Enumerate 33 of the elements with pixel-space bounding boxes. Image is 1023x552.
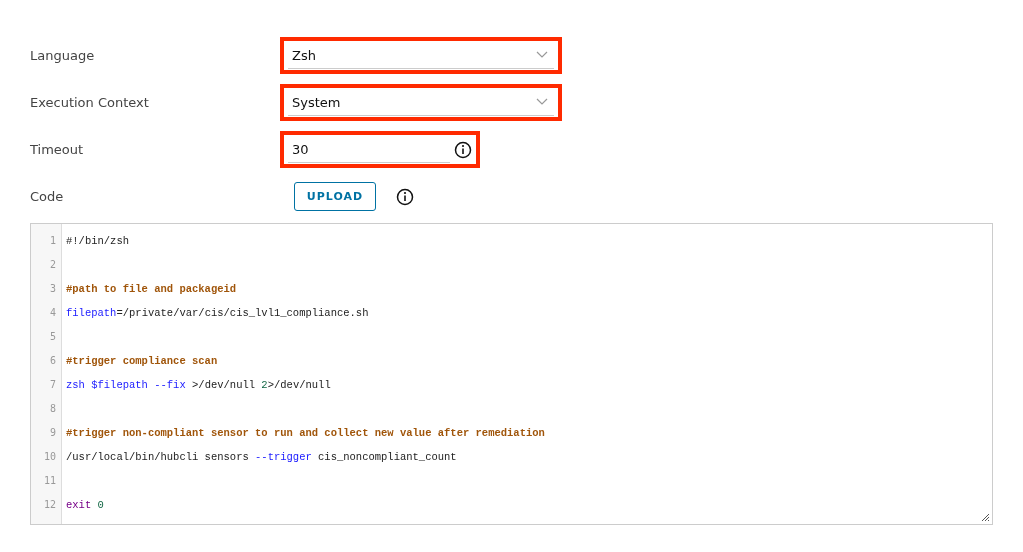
line-number: 3 [48,282,57,296]
line-number: 12 [42,498,57,512]
code-line: filepath=/private/var/cis/cis_lvl1_compliance.sh [65,306,370,321]
line-number: 5 [48,330,57,344]
code-line: exit 0 [65,498,105,513]
chevron-down-icon [536,98,548,106]
line-number: 4 [48,306,57,320]
code-line: #!/bin/zsh [65,234,130,249]
code-line: #trigger compliance scan [65,354,219,369]
select-field[interactable]: System [288,89,554,116]
info-icon[interactable] [454,140,472,159]
info-icon[interactable] [396,187,414,206]
field-label: Execution Context [30,95,150,110]
code-line: zsh $filepath --fix >/dev/null 2>/dev/null [65,378,332,393]
code-line: /usr/local/bin/hubcli sensors --trigger cis_noncompliant_count [65,450,458,465]
field-label: Language [30,48,96,63]
line-number: 2 [48,258,57,272]
code-line: #path to file and packageid [65,282,238,297]
line-number: 10 [42,450,57,464]
input-field[interactable]: 30 [288,136,450,163]
line-number: 6 [48,354,57,368]
chevron-down-icon [536,51,548,59]
line-number: 1 [48,234,57,248]
field-label: Code [30,189,65,204]
line-number: 11 [42,474,57,488]
line-number: 8 [48,402,57,416]
resize-handle-icon[interactable] [981,513,990,522]
code-line: #trigger non-compliant sensor to run and collect new value after remediation [65,426,546,441]
line-number: 9 [48,426,57,440]
field-label: Timeout [30,142,85,157]
upload-button[interactable]: UPLOAD [294,182,376,211]
select-field[interactable]: Zsh [288,42,554,69]
line-number: 7 [48,378,57,392]
